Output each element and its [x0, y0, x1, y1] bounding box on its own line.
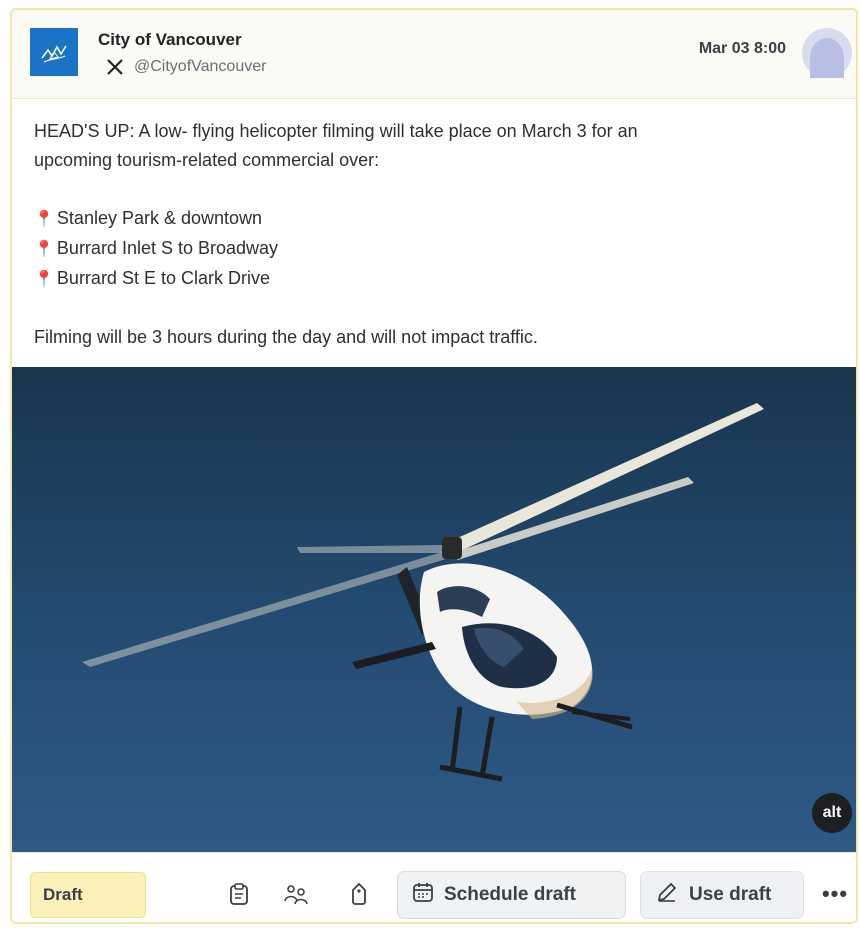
tag-icon[interactable] — [346, 881, 372, 907]
more-options-button[interactable]: ••• — [820, 879, 850, 909]
post-card: City of Vancouver @CityofVancouver Mar 0… — [10, 8, 858, 924]
pencil-icon — [655, 880, 679, 910]
use-draft-button[interactable]: Use draft — [640, 871, 804, 919]
location-item: 📍 Stanley Park & downtown — [34, 208, 263, 228]
post-timestamp: Mar 03 8:00 — [698, 40, 786, 57]
account-name: City of Vancouver — [98, 30, 242, 49]
post-closing-text: Filming will be 3 hours during the day a… — [34, 327, 538, 347]
city-logo-icon — [30, 28, 78, 76]
location-item: 📍 Burrard Inlet S to Broadway — [34, 238, 279, 258]
use-draft-label: Use draft — [689, 884, 772, 905]
post-text-line: upcoming tourism-related commercial over… — [34, 150, 380, 170]
calendar-icon — [412, 881, 434, 909]
post-image[interactable]: alt — [12, 367, 856, 852]
pin-icon: 📍 — [34, 271, 54, 288]
schedule-draft-label: Schedule draft — [444, 884, 576, 905]
post-text: HEAD'S UP: A low- flying helicopter film… — [12, 99, 856, 367]
avatar[interactable] — [802, 28, 852, 78]
account-handle: @CityofVancouver — [134, 58, 267, 75]
pin-icon: 📍 — [34, 241, 54, 258]
post-header: City of Vancouver @CityofVancouver Mar 0… — [12, 10, 856, 99]
status-badge: Draft — [30, 872, 146, 918]
people-icon[interactable] — [284, 881, 310, 907]
location-item: 📍 Burrard St E to Clark Drive — [34, 268, 270, 288]
helicopter-image — [82, 403, 764, 782]
post-footer: Draft Schedule draft Use draft ••• — [12, 852, 856, 922]
handle-row: @CityofVancouver — [106, 58, 266, 76]
clipboard-icon[interactable] — [226, 881, 252, 907]
schedule-draft-button[interactable]: Schedule draft — [397, 871, 626, 919]
pin-icon: 📍 — [34, 211, 54, 228]
x-logo-icon — [106, 58, 124, 76]
alt-text-badge[interactable]: alt — [812, 793, 852, 833]
post-text-line: HEAD'S UP: A low- flying helicopter film… — [34, 121, 638, 141]
